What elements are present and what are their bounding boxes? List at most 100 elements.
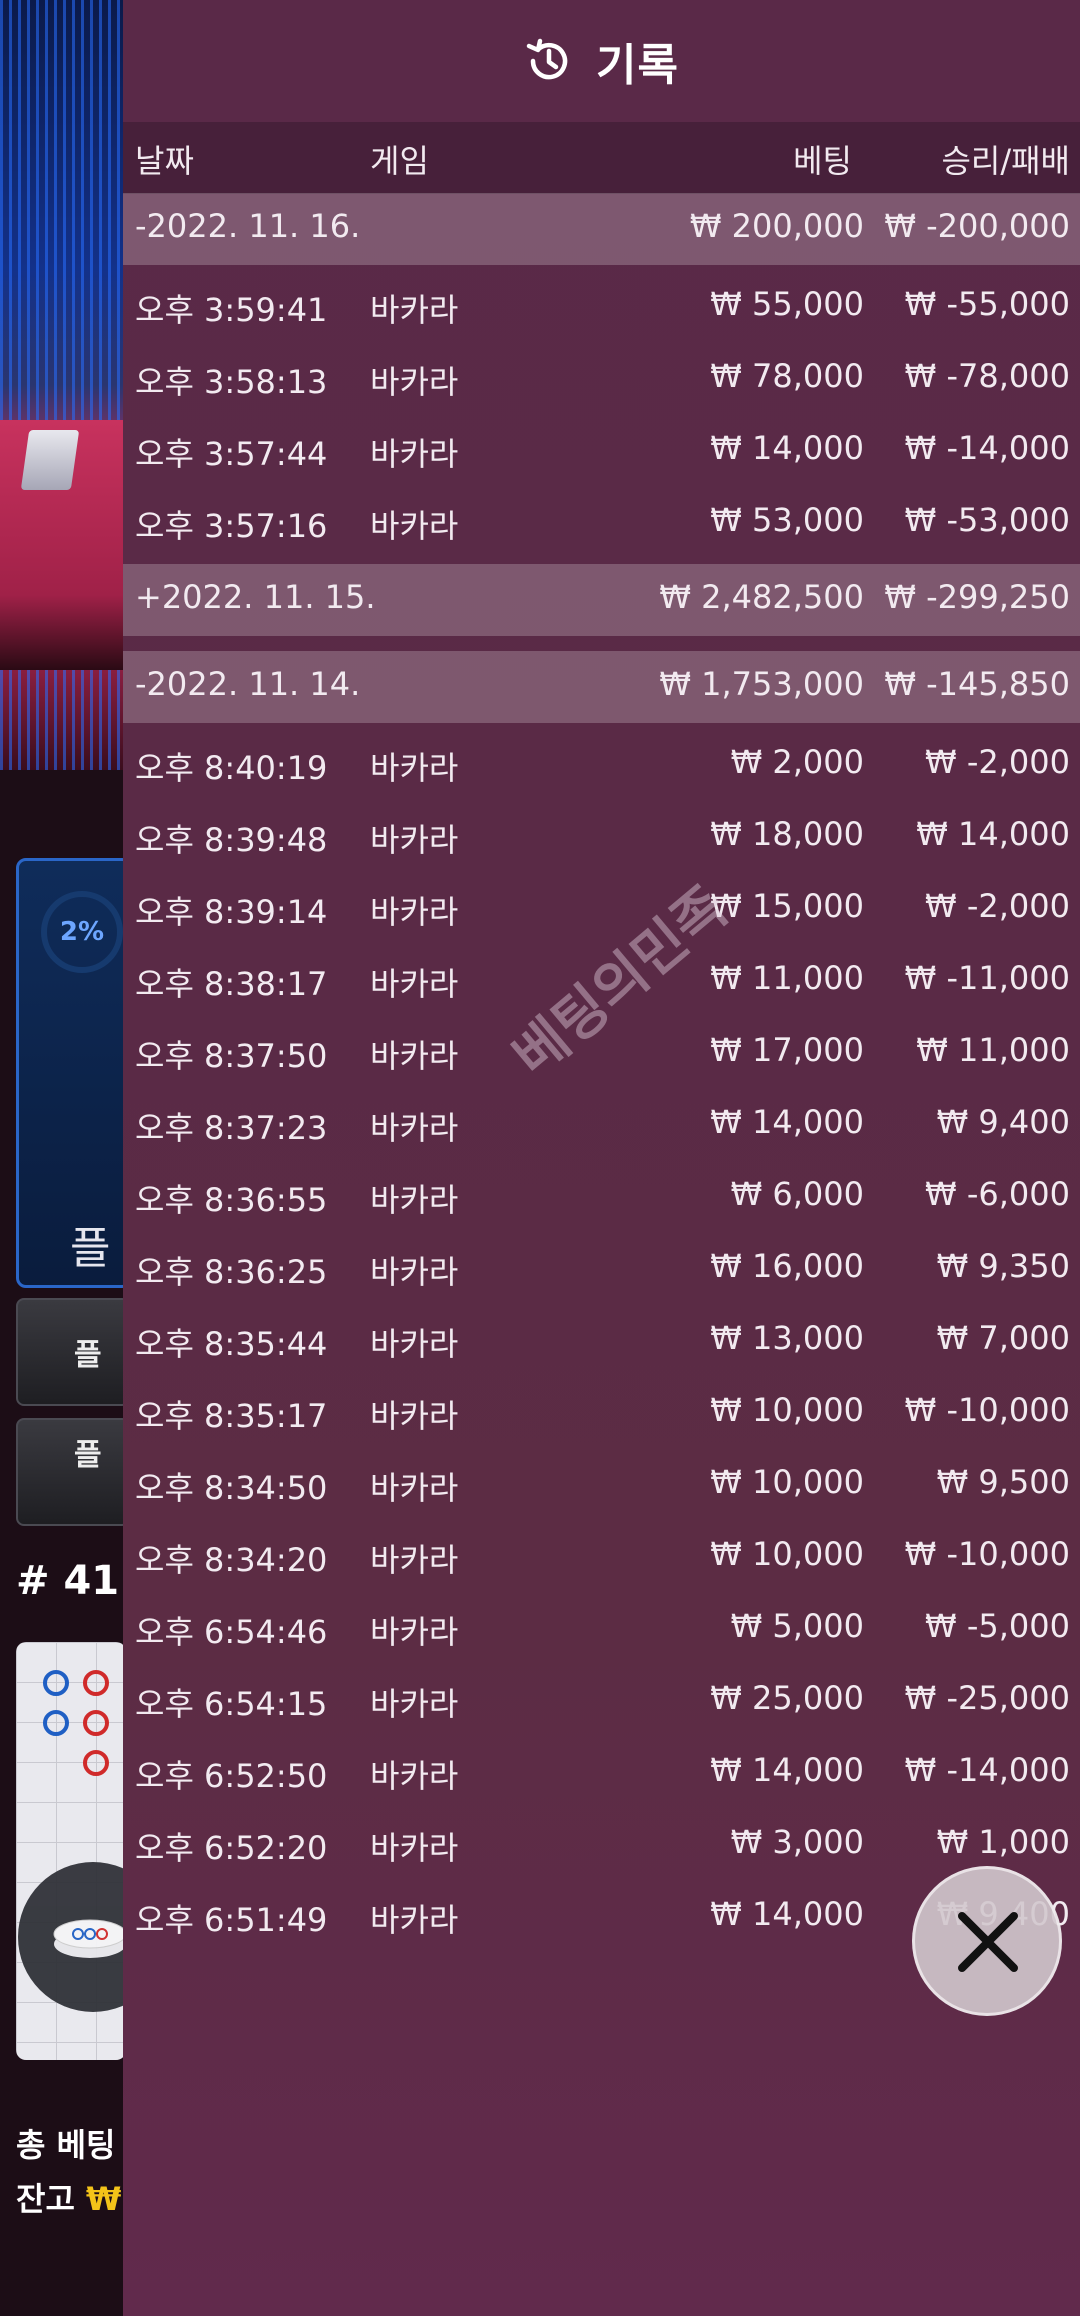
history-row: 오후 8:34:50 바카라 ₩ 10,000 ₩ 9,500 [123,1449,1080,1521]
row-game: 바카라 [370,821,459,859]
row-winloss: ₩ -145,850 [884,665,1070,703]
row-game: 바카라 [370,1037,459,1075]
row-bet: ₩ 55,000 [710,285,864,323]
row-bet: ₩ 2,482,500 [659,578,864,616]
header-bet: 베팅 [793,142,852,180]
row-winloss: ₩ 1,000 [936,1823,1070,1861]
road-dot-red [83,1670,109,1696]
history-header: 기록 [123,0,1080,122]
row-bet: ₩ 14,000 [710,429,864,467]
row-bet: ₩ 6,000 [730,1175,864,1213]
history-row: 오후 6:54:15 바카라 ₩ 25,000 ₩ -25,000 [123,1665,1080,1737]
header-date: 날짜 [135,142,194,180]
row-winloss: ₩ -55,000 [904,285,1070,323]
history-row: 오후 6:54:46 바카라 ₩ 5,000 ₩ -5,000 [123,1593,1080,1665]
road-dot-blue [43,1710,69,1736]
row-bet: ₩ 5,000 [730,1607,864,1645]
history-row: 오후 3:57:44 바카라 ₩ 14,000 ₩ -14,000 [123,415,1080,487]
history-row: 오후 8:39:14 바카라 ₩ 15,000 ₩ -2,000 [123,873,1080,945]
row-date: 오후 8:39:14 [135,893,328,931]
row-winloss: ₩ -11,000 [904,959,1070,997]
history-day-row[interactable]: -2022. 11. 14. ₩ 1,753,000 ₩ -145,850 [123,651,1080,723]
row-game: 바카라 [370,1829,459,1867]
history-row: 오후 8:39:48 바카라 ₩ 18,000 ₩ 14,000 [123,801,1080,873]
row-date: 오후 3:57:44 [135,435,328,473]
side-bet-button-2[interactable]: 플 [16,1418,130,1526]
row-date: 오후 6:52:20 [135,1829,328,1867]
history-clock-icon [526,38,568,80]
row-date: 오후 8:34:20 [135,1541,328,1579]
row-game: 바카라 [370,507,459,545]
row-bet: ₩ 14,000 [710,1751,864,1789]
row-winloss: ₩ 7,000 [936,1319,1070,1357]
row-game: 바카라 [370,363,459,401]
row-date: 오후 6:51:49 [135,1901,328,1939]
row-game: 바카라 [370,1397,459,1435]
row-date: 오후 8:38:17 [135,965,328,1003]
row-winloss: ₩ 9,500 [936,1463,1070,1501]
row-winloss: ₩ -14,000 [904,429,1070,467]
row-bet: ₩ 53,000 [710,501,864,539]
row-date: 오후 8:36:55 [135,1181,328,1219]
history-day-row[interactable]: +2022. 11. 15. ₩ 2,482,500 ₩ -299,250 [123,564,1080,636]
row-game: 바카라 [370,1613,459,1651]
row-winloss: ₩ -6,000 [925,1175,1070,1213]
row-bet: ₩ 10,000 [710,1391,864,1429]
side-bet-button-1[interactable]: 플 [16,1298,130,1406]
history-row: 오후 8:35:17 바카라 ₩ 10,000 ₩ -10,000 [123,1377,1080,1449]
row-bet: ₩ 25,000 [710,1679,864,1717]
history-row: 오후 8:37:23 바카라 ₩ 14,000 ₩ 9,400 [123,1089,1080,1161]
row-bet: ₩ 78,000 [710,357,864,395]
row-bet: ₩ 2,000 [730,743,864,781]
row-bet: ₩ 3,000 [730,1823,864,1861]
row-date: -2022. 11. 14. [135,665,361,703]
row-winloss: ₩ 14,000 [916,815,1070,853]
row-date: 오후 8:35:17 [135,1397,328,1435]
live-video-feed [0,0,123,770]
row-winloss: ₩ 11,000 [916,1031,1070,1069]
history-day-row[interactable]: -2022. 11. 16. ₩ 200,000 ₩ -200,000 [123,193,1080,265]
row-game: 바카라 [370,893,459,931]
row-game: 바카라 [370,965,459,1003]
history-row: 오후 8:40:19 바카라 ₩ 2,000 ₩ -2,000 [123,729,1080,801]
row-game: 바카라 [370,1901,459,1939]
row-date: -2022. 11. 16. [135,207,361,245]
row-winloss: ₩ -14,000 [904,1751,1070,1789]
row-date: 오후 8:36:25 [135,1253,328,1291]
row-bet: ₩ 14,000 [710,1103,864,1141]
round-number: # 41 [16,1558,120,1604]
close-x-icon [958,1912,1018,1972]
history-column-headers: 날짜 게임 베팅 승리/패배 [123,122,1080,194]
history-row: 오후 8:34:20 바카라 ₩ 10,000 ₩ -10,000 [123,1521,1080,1593]
row-date: 오후 6:54:46 [135,1613,328,1651]
row-game: 바카라 [370,435,459,473]
row-winloss: ₩ 9,400 [936,1103,1070,1141]
row-date: 오후 8:34:50 [135,1469,328,1507]
header-game: 게임 [370,142,429,180]
row-date: 오후 6:54:15 [135,1685,328,1723]
row-date: +2022. 11. 15. [135,578,376,616]
row-game: 바카라 [370,1109,459,1147]
row-bet: ₩ 17,000 [710,1031,864,1069]
player-panel-label: 플 [70,1223,111,1274]
header-winloss: 승리/패배 [941,142,1070,180]
row-date: 오후 3:59:41 [135,291,328,329]
row-date: 오후 8:35:44 [135,1325,328,1363]
close-button[interactable] [912,1866,1062,2016]
row-date: 오후 8:39:48 [135,821,328,859]
history-row: 오후 3:57:16 바카라 ₩ 53,000 ₩ -53,000 [123,487,1080,559]
chip-stack-icon [53,1919,127,1958]
bet-percentage-ring: 2% [41,891,123,973]
row-winloss: ₩ -25,000 [904,1679,1070,1717]
history-row: 오후 8:36:55 바카라 ₩ 6,000 ₩ -6,000 [123,1161,1080,1233]
row-game: 바카라 [370,1181,459,1219]
row-bet: ₩ 200,000 [689,207,864,245]
row-winloss: ₩ -78,000 [904,357,1070,395]
row-bet: ₩ 14,000 [710,1895,864,1933]
row-winloss: ₩ -299,250 [884,578,1070,616]
row-winloss: ₩ -10,000 [904,1535,1070,1573]
row-date: 오후 3:58:13 [135,363,328,401]
row-date: 오후 8:37:23 [135,1109,328,1147]
row-bet: ₩ 10,000 [710,1463,864,1501]
history-row: 오후 6:52:50 바카라 ₩ 14,000 ₩ -14,000 [123,1737,1080,1809]
